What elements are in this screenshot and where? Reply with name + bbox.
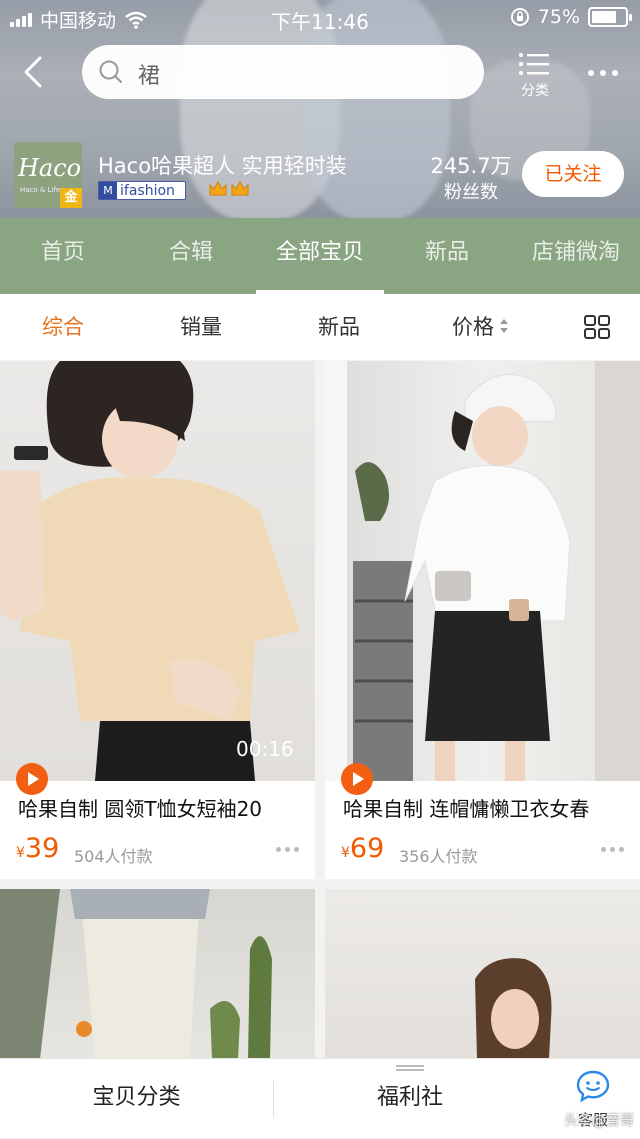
product-image (0, 361, 315, 781)
product-title: 哈果自制 连帽慵懒卫衣女春 (343, 797, 590, 821)
list-icon (519, 53, 549, 75)
product-image (325, 361, 640, 781)
more-options-icon[interactable] (601, 847, 624, 852)
product-image (0, 889, 315, 1059)
tab-home[interactable]: 首页 (20, 218, 106, 294)
sort-new[interactable]: 新品 (318, 294, 360, 360)
product-price: ¥39 (16, 833, 60, 864)
sort-price[interactable]: 价格 (452, 294, 510, 360)
followers-label: 粉丝数 (444, 182, 498, 203)
product-sales: 504人付款 (74, 847, 153, 866)
more-icon (588, 70, 618, 76)
sort-comprehensive[interactable]: 综合 (42, 294, 84, 360)
shop-tab-bar: 首页 合辑 全部宝贝 新品 店铺微淘 (0, 218, 640, 294)
tab-collections[interactable]: 合辑 (148, 218, 234, 294)
bottom-bar: 宝贝分类 福利社 客服 头条@音哥 (0, 1058, 640, 1138)
sort-sales[interactable]: 销量 (180, 294, 222, 360)
category-label: 分类 (521, 83, 549, 99)
ifashion-icon: M (99, 182, 117, 199)
video-play-icon[interactable] (341, 763, 373, 795)
shop-logo-subtext: Haco & Life (20, 186, 61, 194)
search-icon (99, 60, 122, 83)
follow-button[interactable]: 已关注 (522, 151, 624, 197)
crown-icon (209, 180, 227, 196)
product-card[interactable]: 哈果自制 连帽慵懒卫衣女春 ¥69 356人付款 (325, 361, 640, 879)
product-title: 哈果自制 圆领T恤女短袖20 (18, 797, 263, 821)
watermark: 头条@音哥 (564, 1113, 634, 1129)
sort-bar: 综合 销量 新品 价格 (0, 294, 640, 360)
ifashion-badge: M ifashion (98, 181, 186, 200)
gold-badge: 金 (60, 188, 82, 208)
ifashion-label: ifashion (120, 182, 175, 199)
shop-logo[interactable]: Haco Haco & Life 金 (14, 142, 82, 208)
category-button[interactable]: 分类 (510, 48, 560, 102)
video-duration: 00:16 (236, 737, 294, 761)
item-category-button[interactable]: 宝贝分类 (0, 1059, 273, 1139)
crown-icon (231, 180, 249, 196)
search-bar[interactable]: 裙 (82, 45, 484, 99)
tab-weitao[interactable]: 店铺微淘 (520, 218, 632, 294)
rotation-lock-icon (510, 8, 529, 26)
tab-all-items[interactable]: 全部宝贝 (256, 218, 384, 294)
search-query: 裙 (138, 64, 161, 89)
product-card[interactable]: 00:16 哈果自制 圆领T恤女短袖20 ¥39 504人付款 (0, 361, 315, 879)
video-play-icon[interactable] (16, 763, 48, 795)
product-sales: 356人付款 (399, 847, 478, 866)
product-card[interactable] (325, 889, 640, 1059)
sort-price-label: 价格 (452, 315, 494, 339)
shop-logo-text: Haco (18, 154, 82, 182)
status-bar: 中国移动 下午11:46 75% (0, 0, 640, 36)
grid-view-icon[interactable] (583, 314, 611, 340)
chevron-left-icon (24, 56, 42, 88)
product-image (325, 889, 640, 1059)
chat-smile-icon (576, 1070, 610, 1103)
more-options-icon[interactable] (276, 847, 299, 852)
product-card[interactable] (0, 889, 315, 1059)
shop-rating (208, 180, 250, 198)
battery-percent: 75% (537, 6, 580, 28)
back-button[interactable] (16, 50, 56, 94)
battery-icon (588, 7, 632, 27)
followers-count: 245.7万 (430, 154, 512, 178)
shop-name[interactable]: Haco哈果超人 实用轻时装 (98, 150, 347, 180)
welfare-button[interactable]: 福利社 (274, 1059, 546, 1139)
tab-new[interactable]: 新品 (404, 218, 490, 294)
more-button[interactable] (580, 58, 626, 88)
product-price: ¥69 (341, 833, 385, 864)
sort-arrows-icon (500, 319, 508, 333)
